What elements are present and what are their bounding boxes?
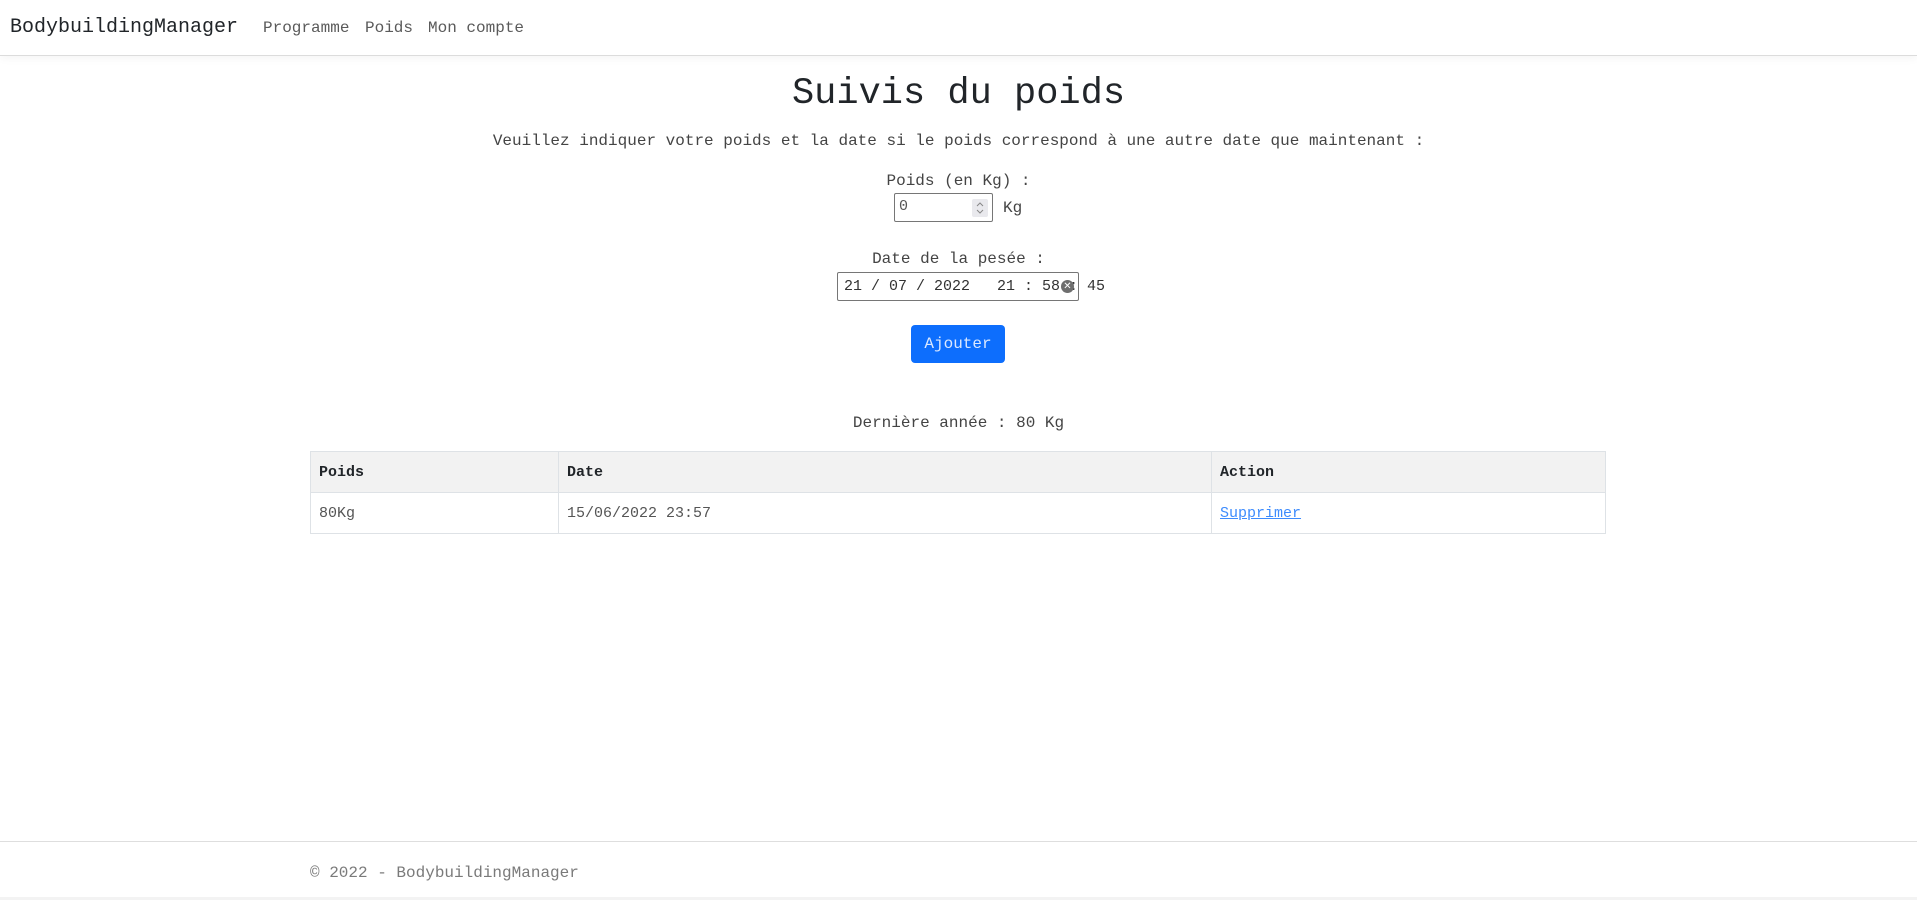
footer: © 2022 - BodybuildingManager [0, 841, 1917, 900]
table-row: 80Kg 15/06/2022 23:57 Supprimer [310, 492, 1606, 534]
page-title: Suivis du poids [791, 73, 1126, 115]
cell-poids: 80Kg [310, 492, 559, 534]
header-date: Date [558, 451, 1212, 493]
footer-text: © 2022 - BodybuildingManager [310, 864, 579, 882]
weight-unit: Kg [1003, 199, 1023, 217]
delete-link[interactable]: Supprimer [1220, 505, 1301, 522]
nav-link-programme[interactable]: Programme [263, 19, 349, 37]
weight-label: Poids (en Kg) : [886, 172, 1031, 190]
date-label: Date de la pesée : [872, 250, 1045, 268]
last-year-summary: Dernière année : 80 Kg [852, 414, 1065, 432]
brand-link[interactable]: BodybuildingManager [10, 16, 238, 39]
spinner-icon[interactable] [972, 199, 988, 217]
cell-date: 15/06/2022 23:57 [558, 492, 1212, 534]
cell-action: Supprimer [1211, 492, 1606, 534]
clear-icon[interactable]: ✕ [1061, 280, 1074, 293]
nav-link-mon-compte[interactable]: Mon compte [428, 19, 524, 37]
page-subtitle: Veuillez indiquer votre poids et la date… [492, 132, 1425, 150]
add-button[interactable]: Ajouter [911, 325, 1005, 363]
weight-input-value: 0 [899, 198, 909, 215]
date-input[interactable]: 21 / 07 / 2022 21 : 58 : 45 ✕ [837, 272, 1105, 301]
weight-input[interactable]: 0 [894, 193, 993, 222]
nav-link-poids[interactable]: Poids [365, 19, 413, 37]
navbar: BodybuildingManager Programme Poids Mon … [0, 0, 1917, 56]
weight-table: Poids Date Action 80Kg 15/06/2022 23:57 … [310, 451, 1606, 534]
table-header-row: Poids Date Action [310, 451, 1606, 493]
header-action: Action [1211, 451, 1606, 493]
header-poids: Poids [310, 451, 559, 493]
